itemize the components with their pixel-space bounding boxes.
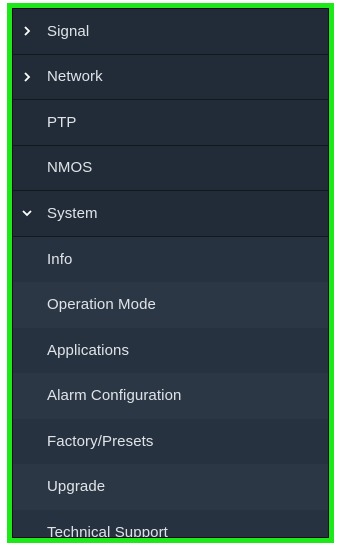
menu-item-label: Signal — [47, 22, 90, 40]
submenu-item-technical-support[interactable]: Technical Support — [13, 509, 328, 538]
menu-item-system[interactable]: System — [13, 191, 328, 237]
menu-item-nmos[interactable]: NMOS — [13, 145, 328, 191]
submenu-item-info[interactable]: Info — [13, 236, 328, 282]
menu-item-label: NMOS — [47, 159, 93, 177]
chevron-down-icon — [21, 207, 33, 219]
menu-item-label: Operation Mode — [47, 296, 156, 314]
menu-item-label: Upgrade — [47, 478, 106, 496]
chevron-right-icon — [21, 25, 33, 37]
menu-item-label: PTP — [47, 113, 77, 131]
chevron-right-icon — [21, 71, 33, 83]
menu-item-label: Factory/Presets — [47, 432, 154, 450]
menu-item-label: Applications — [47, 341, 130, 359]
menu-item-label: System — [47, 204, 98, 222]
menu-item-signal[interactable]: Signal — [13, 9, 328, 55]
submenu-item-upgrade[interactable]: Upgrade — [13, 464, 328, 510]
menu-item-ptp[interactable]: PTP — [13, 100, 328, 146]
menu-item-label: Info — [47, 250, 73, 268]
submenu-item-operation-mode[interactable]: Operation Mode — [13, 282, 328, 328]
menu-item-label: Alarm Configuration — [47, 387, 182, 405]
menu-item-label: Network — [47, 68, 103, 86]
menu-item-network[interactable]: Network — [13, 54, 328, 100]
submenu-item-applications[interactable]: Applications — [13, 327, 328, 373]
settings-sidebar-menu: Signal Network PTP NMOS System Info Oper… — [12, 8, 329, 538]
menu-item-label: Technical Support — [47, 523, 168, 538]
highlight-frame: Signal Network PTP NMOS System Info Oper… — [7, 3, 334, 543]
submenu-item-factory-presets[interactable]: Factory/Presets — [13, 418, 328, 464]
submenu-item-alarm-configuration[interactable]: Alarm Configuration — [13, 373, 328, 419]
